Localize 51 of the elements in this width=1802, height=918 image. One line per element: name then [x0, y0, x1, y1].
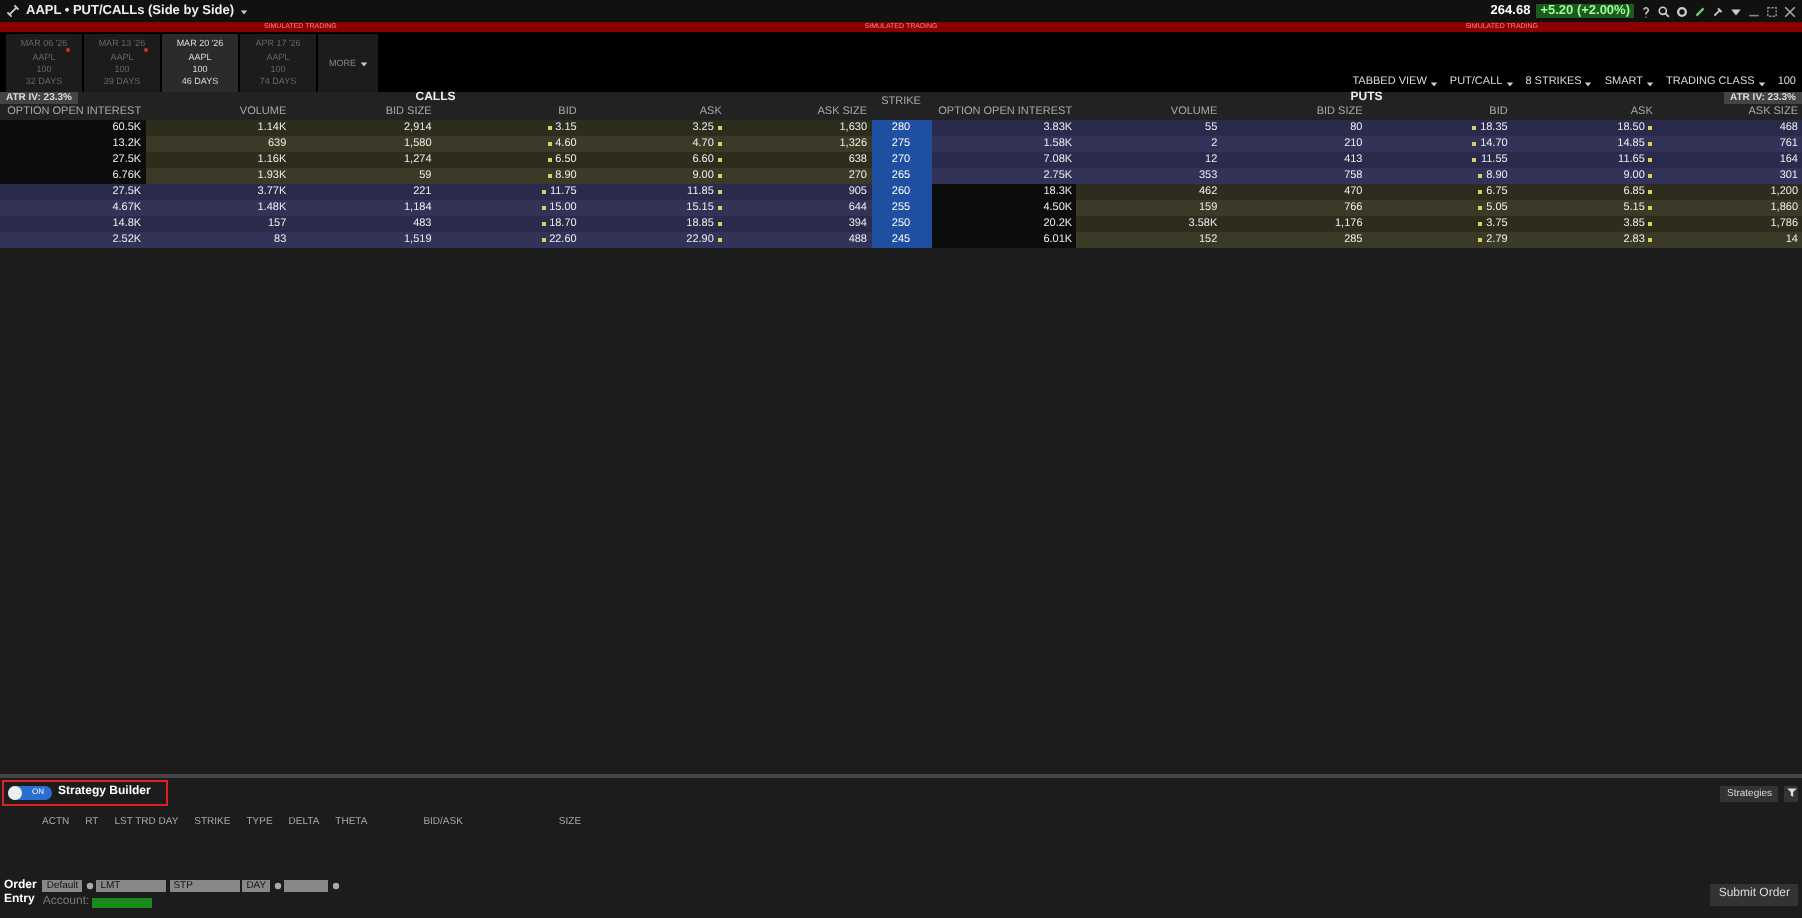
maximize-icon[interactable]	[1766, 5, 1778, 17]
tick-icon	[717, 222, 722, 226]
tick-icon	[1648, 174, 1653, 178]
tick-icon	[1648, 158, 1653, 162]
info-icon	[85, 882, 94, 891]
tick-icon	[717, 238, 722, 242]
tick-icon	[541, 206, 546, 210]
tick-icon	[1478, 190, 1483, 194]
info-icon	[273, 882, 282, 891]
tick-icon	[1478, 222, 1483, 226]
caret-icon	[359, 59, 367, 67]
tick-icon	[1472, 142, 1477, 146]
caret-icon[interactable]	[240, 7, 248, 15]
tick-icon	[1648, 206, 1653, 210]
tick-icon	[717, 190, 722, 194]
tick-icon	[1648, 222, 1653, 226]
close-icon[interactable]	[1784, 5, 1796, 17]
tick-icon	[547, 158, 552, 162]
tick-icon	[1472, 158, 1477, 162]
caret-icon	[1505, 79, 1514, 88]
info-icon	[331, 882, 340, 891]
caret-icon[interactable]	[1730, 5, 1742, 17]
filter-button[interactable]	[1784, 786, 1798, 802]
tick-icon	[717, 142, 722, 146]
tick-icon	[547, 174, 552, 178]
caret-icon	[1757, 79, 1766, 88]
tick-icon	[1648, 238, 1653, 242]
search-icon[interactable]	[1658, 5, 1670, 17]
caret-icon	[1645, 79, 1654, 88]
caret-icon	[1429, 79, 1438, 88]
tick-icon	[1648, 142, 1653, 146]
tick-icon	[547, 142, 552, 146]
caret-icon	[1584, 79, 1593, 88]
tick-icon	[541, 190, 546, 194]
tick-icon	[1648, 126, 1653, 130]
filter-icon	[1785, 786, 1797, 799]
tick-icon	[541, 238, 546, 242]
tick-icon	[1478, 206, 1483, 210]
tick-icon	[717, 206, 722, 210]
tick-icon	[1478, 174, 1483, 178]
tick-icon	[1478, 238, 1483, 242]
tick-icon	[1648, 190, 1653, 194]
account-dropdown[interactable]	[92, 897, 153, 908]
tick-icon	[717, 158, 722, 162]
tick-icon	[1472, 126, 1477, 130]
help-icon[interactable]	[1640, 5, 1652, 17]
date-field[interactable]	[284, 880, 329, 893]
tick-icon	[547, 126, 552, 130]
tick-icon	[541, 222, 546, 226]
tick-icon	[717, 126, 722, 130]
tick-icon	[717, 174, 722, 178]
